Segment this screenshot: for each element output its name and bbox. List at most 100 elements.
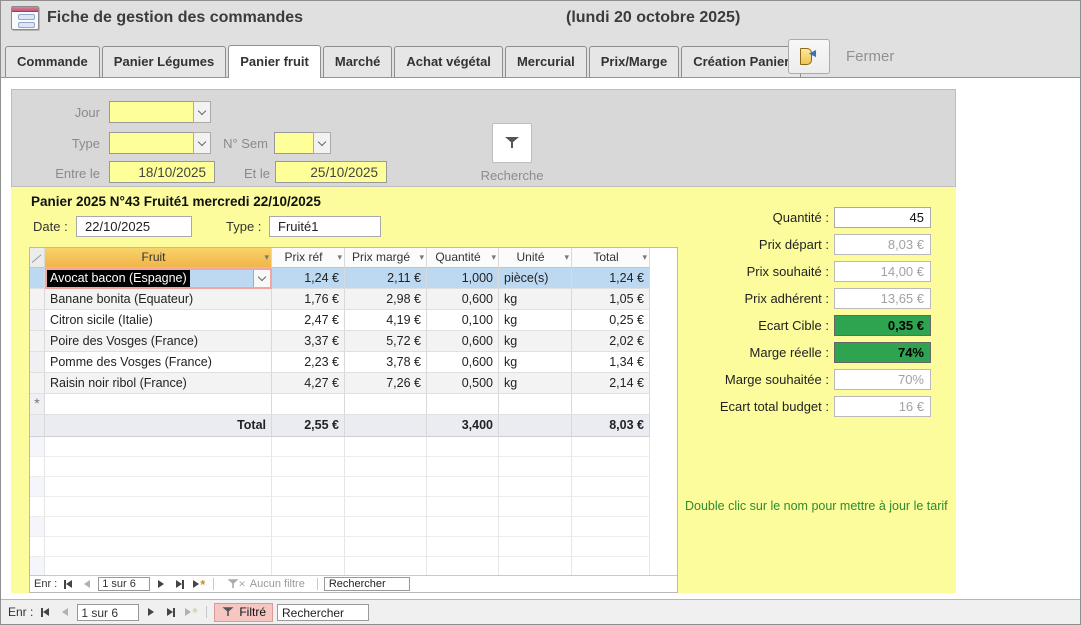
column-header-prix-ref[interactable]: Prix réf▾ bbox=[272, 248, 345, 268]
panier-type-field[interactable]: Fruité1 bbox=[269, 216, 381, 237]
table-cell[interactable]: 7,26 € bbox=[345, 373, 427, 394]
last-record-button[interactable] bbox=[172, 578, 188, 591]
new-record-button[interactable]: * bbox=[183, 606, 199, 619]
cell-combo-arrow[interactable] bbox=[253, 270, 270, 287]
previous-record-button[interactable] bbox=[79, 578, 95, 591]
table-cell[interactable] bbox=[345, 394, 427, 415]
table-cell[interactable] bbox=[272, 394, 345, 415]
row-selector bbox=[30, 415, 45, 437]
close-button[interactable]: ◄ bbox=[788, 39, 830, 74]
row-selector[interactable] bbox=[30, 373, 45, 394]
summary-label: Marge réelle : bbox=[561, 345, 834, 360]
new-record-selector[interactable]: * bbox=[30, 394, 45, 415]
jour-combo-arrow[interactable] bbox=[193, 101, 211, 123]
page-title: Fiche de gestion des commandes bbox=[47, 1, 303, 35]
column-header-prix-marge[interactable]: Prix margé▾ bbox=[345, 248, 427, 268]
table-cell[interactable]: 1,000 bbox=[427, 268, 499, 289]
table-row: Citron sicile (Italie)2,47 €4,19 €0,100k… bbox=[30, 310, 650, 331]
table-cell[interactable]: 0,500 bbox=[427, 373, 499, 394]
table-cell bbox=[427, 457, 499, 477]
type-combo-arrow[interactable] bbox=[193, 132, 211, 154]
table-cell bbox=[45, 497, 272, 517]
filtered-button[interactable]: Filtré bbox=[214, 603, 273, 622]
table-cell[interactable]: 1,76 € bbox=[272, 289, 345, 310]
tab-panier-fruit[interactable]: Panier fruit bbox=[228, 45, 321, 78]
main-search-input[interactable]: Rechercher bbox=[277, 604, 369, 621]
table-cell[interactable]: 0,600 bbox=[427, 331, 499, 352]
tab-achat-vegetal[interactable]: Achat végétal bbox=[394, 46, 503, 77]
subform-search-input[interactable]: Rechercher bbox=[324, 577, 410, 591]
table-cell[interactable]: Banane bonita (Equateur) bbox=[45, 289, 272, 310]
summary-label: Prix départ : bbox=[561, 237, 834, 252]
table-cell[interactable]: 2,47 € bbox=[272, 310, 345, 331]
summary-field-quantite[interactable]: 45 bbox=[834, 207, 931, 228]
table-cell[interactable]: Poire des Vosges (France) bbox=[45, 331, 272, 352]
panier-title: Panier 2025 N°43 Fruité1 mercredi 22/10/… bbox=[31, 194, 321, 209]
previous-record-button[interactable] bbox=[57, 606, 73, 619]
no-filter-button[interactable]: ✕ Aucun filtre bbox=[220, 577, 311, 591]
search-button[interactable] bbox=[492, 123, 532, 163]
table-cell[interactable]: 5,72 € bbox=[345, 331, 427, 352]
summary-label: Ecart Cible : bbox=[561, 318, 834, 333]
row-selector[interactable] bbox=[30, 331, 45, 352]
table-row bbox=[30, 497, 650, 517]
table-cell[interactable]: 3,78 € bbox=[345, 352, 427, 373]
first-record-button[interactable] bbox=[60, 578, 76, 591]
table-cell bbox=[572, 457, 650, 477]
tab-marche[interactable]: Marché bbox=[323, 46, 393, 77]
row-selector[interactable] bbox=[30, 352, 45, 373]
table-cell[interactable]: 2,23 € bbox=[272, 352, 345, 373]
jour-combo[interactable] bbox=[109, 101, 194, 123]
column-dropdown-icon[interactable]: ▾ bbox=[419, 248, 424, 267]
table-cell[interactable] bbox=[45, 394, 272, 415]
first-record-button[interactable] bbox=[37, 606, 53, 619]
nsem-combo[interactable] bbox=[274, 132, 314, 154]
table-cell[interactable]: 4,27 € bbox=[272, 373, 345, 394]
row-selector[interactable] bbox=[30, 268, 45, 289]
panier-date-field[interactable]: 22/10/2025 bbox=[76, 216, 192, 237]
table-cell[interactable]: Raisin noir ribol (France) bbox=[45, 373, 272, 394]
nsem-combo-arrow[interactable] bbox=[313, 132, 331, 154]
summary-label: Marge souhaitée : bbox=[561, 372, 834, 387]
table-row: Avocat bacon (Espagne)1,24 €2,11 €1,000p… bbox=[30, 268, 650, 289]
table-cell[interactable]: 2,98 € bbox=[345, 289, 427, 310]
table-cell[interactable]: Pomme des Vosges (France) bbox=[45, 352, 272, 373]
table-cell[interactable] bbox=[427, 394, 499, 415]
column-header-quantite[interactable]: Quantité▾ bbox=[427, 248, 499, 268]
table-row: * bbox=[30, 394, 650, 415]
last-record-button[interactable] bbox=[163, 606, 179, 619]
tab-mercurial[interactable]: Mercurial bbox=[505, 46, 587, 77]
table-cell[interactable]: 4,19 € bbox=[345, 310, 427, 331]
table-cell[interactable]: 2,11 € bbox=[345, 268, 427, 289]
column-dropdown-icon[interactable]: ▾ bbox=[337, 248, 342, 267]
column-dropdown-icon[interactable]: ▾ bbox=[264, 248, 269, 267]
select-all-corner[interactable] bbox=[30, 248, 45, 268]
table-row: Poire des Vosges (France)3,37 €5,72 €0,6… bbox=[30, 331, 650, 352]
column-header-fruit[interactable]: Fruit▾ bbox=[45, 248, 272, 268]
record-position[interactable]: 1 sur 6 bbox=[98, 577, 150, 591]
date-from-field[interactable]: 18/10/2025 bbox=[109, 161, 215, 183]
table-cell[interactable]: 0,100 bbox=[427, 310, 499, 331]
next-record-button[interactable] bbox=[143, 606, 159, 619]
record-position[interactable]: 1 sur 6 bbox=[77, 604, 139, 621]
tab-panier-legumes[interactable]: Panier Légumes bbox=[102, 46, 226, 77]
column-dropdown-icon[interactable]: ▾ bbox=[491, 248, 496, 267]
new-record-button[interactable]: * bbox=[191, 578, 207, 591]
tab-commande[interactable]: Commande bbox=[5, 46, 100, 77]
fruit-combo-cell[interactable]: Avocat bacon (Espagne) bbox=[45, 268, 272, 289]
tab-prix-marge[interactable]: Prix/Marge bbox=[589, 46, 679, 77]
tab-creation-panier[interactable]: Création Panier bbox=[681, 46, 801, 77]
table-cell[interactable]: Citron sicile (Italie) bbox=[45, 310, 272, 331]
table-cell[interactable]: 3,37 € bbox=[272, 331, 345, 352]
row-selector[interactable] bbox=[30, 310, 45, 331]
table-row bbox=[30, 477, 650, 497]
next-record-button[interactable] bbox=[153, 578, 169, 591]
row-selector bbox=[30, 457, 45, 477]
date-to-field[interactable]: 25/10/2025 bbox=[275, 161, 387, 183]
row-selector[interactable] bbox=[30, 289, 45, 310]
table-cell[interactable]: 0,600 bbox=[427, 352, 499, 373]
type-label: Type bbox=[42, 136, 100, 151]
table-cell[interactable]: 1,24 € bbox=[272, 268, 345, 289]
type-combo[interactable] bbox=[109, 132, 194, 154]
table-cell[interactable]: 0,600 bbox=[427, 289, 499, 310]
